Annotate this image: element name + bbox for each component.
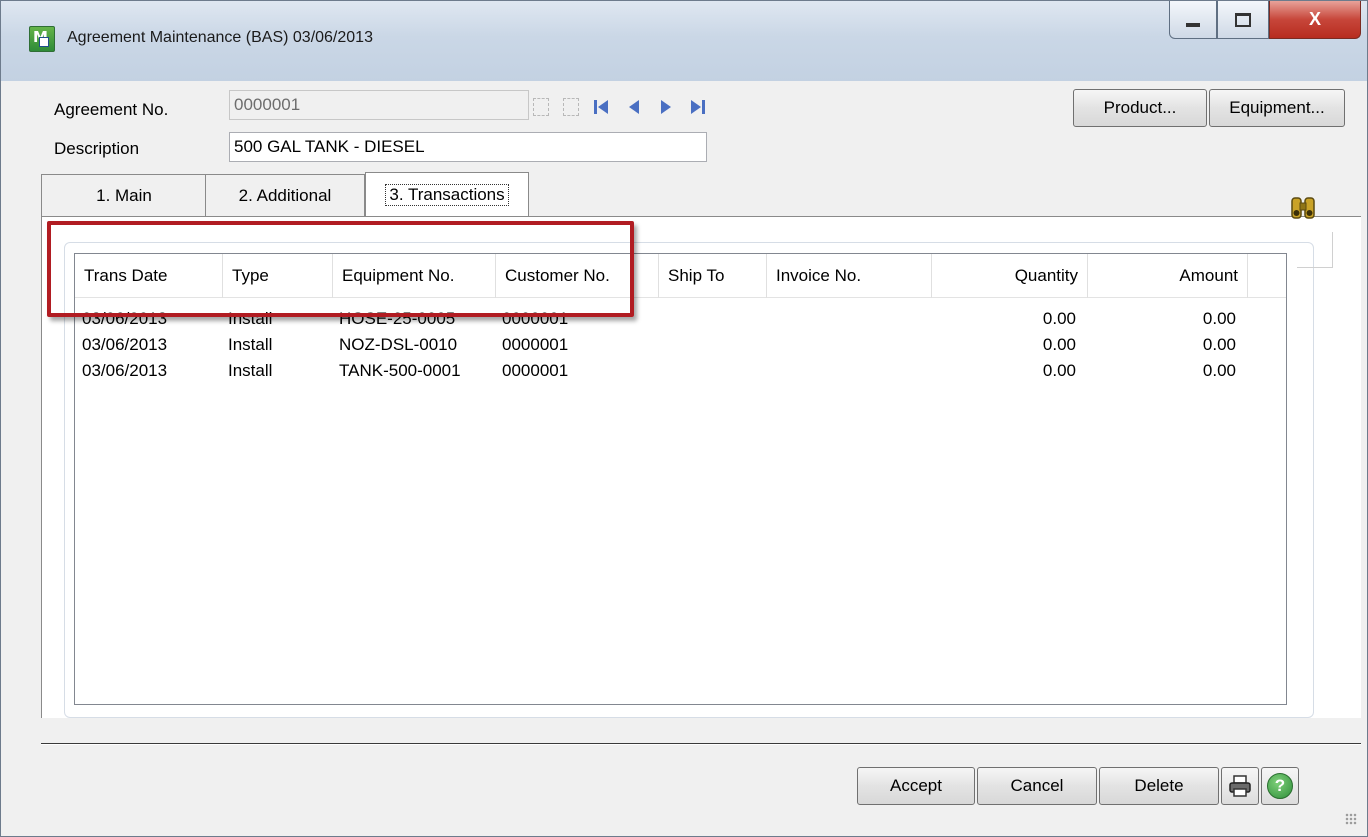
cell-invoice-no bbox=[770, 306, 932, 332]
cell-amount: 0.00 bbox=[1202, 361, 1236, 380]
cell-trans-date: 03/06/2013 bbox=[82, 309, 168, 328]
transactions-grid[interactable]: Trans Date Type Equipment No. Customer N… bbox=[74, 253, 1287, 705]
help-button[interactable]: ? bbox=[1261, 767, 1299, 805]
tab-transactions-label: 3. Transactions bbox=[385, 183, 509, 206]
column-header-customer-no[interactable]: Customer No. bbox=[496, 254, 659, 298]
window-title: Agreement Maintenance (BAS) 03/06/2013 bbox=[67, 29, 373, 46]
help-icon: ? bbox=[1267, 773, 1293, 799]
cell-quantity: 0.00 bbox=[1042, 361, 1076, 380]
product-button[interactable]: Product... bbox=[1073, 89, 1207, 127]
client-area: Agreement No. 0000001 Product... Equipme… bbox=[9, 81, 1361, 829]
column-header-trans-date[interactable]: Trans Date bbox=[75, 254, 223, 298]
print-button[interactable] bbox=[1221, 767, 1259, 805]
cell-customer-no: 0000001 bbox=[502, 335, 569, 354]
cell-quantity: 0.00 bbox=[1042, 335, 1076, 354]
table-row[interactable]: 03/06/2013 Install HOSE-25-0005 0000001 … bbox=[75, 306, 1286, 332]
tab-additional-label: 2. Additional bbox=[238, 185, 332, 205]
cell-equipment-no: NOZ-DSL-0010 bbox=[339, 335, 458, 354]
column-header-ship-to[interactable]: Ship To bbox=[659, 254, 767, 298]
resize-grip[interactable] bbox=[1345, 813, 1357, 825]
column-header-type[interactable]: Type bbox=[223, 254, 333, 298]
table-row[interactable]: 03/06/2013 Install NOZ-DSL-0010 0000001 … bbox=[75, 332, 1286, 358]
tab-additional[interactable]: 2. Additional bbox=[205, 174, 365, 216]
app-icon[interactable]: M bbox=[29, 26, 55, 52]
grid-header: Trans Date Type Equipment No. Customer N… bbox=[75, 254, 1286, 298]
cell-ship-to bbox=[662, 358, 767, 384]
cell-type: Install bbox=[228, 309, 273, 328]
accept-button[interactable]: Accept bbox=[857, 767, 975, 805]
close-icon: X bbox=[1308, 9, 1321, 29]
agreement-no-label: Agreement No. bbox=[54, 100, 169, 119]
column-header-amount[interactable]: Amount bbox=[1088, 254, 1248, 298]
column-header-quantity[interactable]: Quantity bbox=[932, 254, 1088, 298]
first-record-icon[interactable] bbox=[593, 98, 611, 116]
maximize-icon bbox=[1235, 12, 1251, 27]
cell-quantity: 0.00 bbox=[1042, 309, 1076, 328]
maximize-button[interactable] bbox=[1217, 1, 1269, 39]
equipment-button[interactable]: Equipment... bbox=[1209, 89, 1345, 127]
next-record-icon[interactable] bbox=[657, 98, 675, 116]
minimize-icon bbox=[1186, 22, 1200, 27]
window: M Agreement Maintenance (BAS) 03/06/2013… bbox=[0, 0, 1368, 837]
table-row[interactable]: 03/06/2013 Install TANK-500-0001 0000001… bbox=[75, 358, 1286, 384]
minimize-button[interactable] bbox=[1169, 1, 1217, 39]
printer-icon bbox=[1229, 775, 1251, 797]
cell-amount: 0.00 bbox=[1202, 335, 1236, 354]
column-header-equipment-no[interactable]: Equipment No. bbox=[333, 254, 496, 298]
last-record-icon[interactable] bbox=[689, 98, 707, 116]
window-controls: X bbox=[1169, 1, 1361, 45]
delete-record-icon[interactable] bbox=[563, 98, 579, 116]
cell-amount: 0.00 bbox=[1202, 309, 1236, 328]
tab-main-label: 1. Main bbox=[96, 185, 152, 205]
close-button[interactable]: X bbox=[1269, 1, 1361, 39]
cell-invoice-no bbox=[770, 358, 932, 384]
cell-customer-no: 0000001 bbox=[502, 309, 569, 328]
cell-trans-date: 03/06/2013 bbox=[82, 361, 168, 380]
cell-invoice-no bbox=[770, 332, 932, 358]
transactions-group: Trans Date Type Equipment No. Customer N… bbox=[64, 242, 1314, 718]
previous-record-icon[interactable] bbox=[625, 98, 643, 116]
cell-type: Install bbox=[228, 361, 273, 380]
description-field[interactable]: 500 GAL TANK - DIESEL bbox=[229, 132, 707, 162]
cell-customer-no: 0000001 bbox=[502, 361, 569, 380]
cell-ship-to bbox=[662, 332, 767, 358]
binoculars-icon[interactable] bbox=[1289, 194, 1317, 222]
record-navigation bbox=[533, 95, 707, 119]
new-record-icon[interactable] bbox=[533, 98, 549, 116]
delete-button[interactable]: Delete bbox=[1099, 767, 1219, 805]
transactions-panel: Trans Date Type Equipment No. Customer N… bbox=[41, 216, 1361, 718]
cell-type: Install bbox=[228, 335, 273, 354]
cancel-button[interactable]: Cancel bbox=[977, 767, 1097, 805]
cell-equipment-no: HOSE-25-0005 bbox=[339, 309, 456, 328]
side-panel-stub bbox=[1297, 232, 1333, 268]
column-header-invoice-no[interactable]: Invoice No. bbox=[767, 254, 932, 298]
cell-equipment-no: TANK-500-0001 bbox=[339, 361, 461, 380]
cell-ship-to bbox=[662, 306, 767, 332]
description-label: Description bbox=[54, 139, 140, 158]
cell-trans-date: 03/06/2013 bbox=[82, 335, 168, 354]
agreement-no-field[interactable]: 0000001 bbox=[229, 90, 529, 120]
title-bar: M Agreement Maintenance (BAS) 03/06/2013… bbox=[1, 1, 1367, 81]
tab-transactions[interactable]: 3. Transactions bbox=[365, 172, 529, 216]
footer-separator bbox=[41, 743, 1361, 745]
tab-main[interactable]: 1. Main bbox=[41, 174, 207, 216]
